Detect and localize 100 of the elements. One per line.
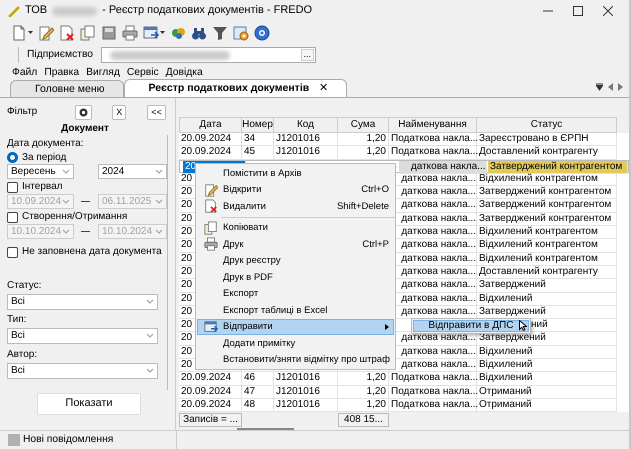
chevron-down-icon[interactable] bbox=[155, 199, 163, 204]
table-cell: 20.09.2024 bbox=[179, 372, 242, 386]
table-cell: Відхилений bbox=[477, 359, 617, 372]
caret-icon[interactable] bbox=[160, 31, 165, 35]
table-cell: Відхилений bbox=[477, 292, 617, 306]
chevron-down-icon[interactable] bbox=[155, 169, 163, 174]
window-title: - Реєстр податкових документів - FREDO bbox=[102, 4, 312, 18]
table-cell: Відхилений bbox=[477, 372, 617, 386]
chevron-down-icon[interactable] bbox=[146, 333, 154, 338]
menu-item[interactable]: Відправити в ДПС bbox=[413, 320, 529, 332]
menu-item[interactable]: Файл bbox=[12, 66, 38, 80]
table-cell: 20.09.2024 bbox=[179, 398, 242, 412]
table-cell: Податкова накла... bbox=[389, 133, 477, 146]
sum-total: 408 15... bbox=[338, 413, 389, 428]
scrollbar-thumb[interactable] bbox=[237, 428, 294, 430]
table-cell: J1201016 bbox=[274, 398, 338, 412]
dropdown[interactable]: Всі bbox=[7, 362, 158, 378]
new-document-icon[interactable] bbox=[11, 25, 27, 41]
checkbox[interactable] bbox=[7, 246, 18, 258]
menu-item[interactable]: Сервіс bbox=[126, 66, 159, 80]
caret-icon[interactable] bbox=[28, 31, 33, 35]
table-cell: Податкова накла... bbox=[389, 386, 477, 399]
show-button[interactable]: Показати bbox=[37, 393, 141, 415]
table-cell: Отриманий bbox=[477, 386, 617, 399]
chevron-down-icon[interactable] bbox=[155, 229, 163, 234]
table-cell: Затверджений контрагентом bbox=[477, 212, 617, 226]
field-label: Підприємство bbox=[27, 48, 94, 62]
tab[interactable]: Реєстр податкових документів ✕ bbox=[124, 79, 348, 97]
table-cell: Податкова накла... bbox=[389, 398, 477, 412]
section-title: Документ bbox=[60, 123, 110, 136]
table-cell: J1201016 bbox=[274, 386, 338, 399]
table-cell: Відхилений bbox=[477, 346, 617, 360]
table-cell: Відхилений контрагентом bbox=[477, 172, 617, 186]
menu-item[interactable]: Вигляд bbox=[86, 66, 120, 80]
printer-icon bbox=[204, 237, 218, 252]
table-cell: Відхилений контрагентом bbox=[477, 252, 617, 266]
close-tab-button[interactable]: ✕ bbox=[319, 82, 328, 96]
table-cell: Затверджений контрагентом bbox=[477, 186, 617, 200]
table-cell: Затверджений bbox=[477, 279, 617, 293]
table-cell: 1,20 bbox=[338, 386, 389, 399]
redacted-text bbox=[52, 6, 98, 16]
table-cell: Отриманий bbox=[477, 398, 617, 412]
chevron-down-icon[interactable] bbox=[62, 199, 70, 204]
table-cell: Затверджений контрагентом bbox=[477, 199, 617, 213]
panel-title: Фільтр bbox=[7, 106, 38, 118]
dropdown[interactable]: Всі bbox=[7, 328, 158, 344]
menu-item[interactable]: Правка bbox=[44, 66, 80, 80]
record-count: Записів = ... bbox=[179, 413, 242, 428]
browse-button[interactable]: ... bbox=[300, 49, 314, 61]
edit-icon bbox=[204, 182, 218, 197]
close-icon[interactable] bbox=[603, 6, 613, 16]
column-header[interactable]: Номер bbox=[242, 117, 274, 133]
checkbox[interactable] bbox=[7, 212, 18, 222]
table-cell: 46 bbox=[242, 372, 274, 386]
collapse-button[interactable]: << bbox=[147, 104, 166, 120]
table-cell: Зареєстровано в ЄРПН bbox=[477, 133, 617, 146]
range-dash bbox=[81, 201, 90, 202]
column-header[interactable]: Статус bbox=[477, 117, 617, 133]
chevron-down-icon[interactable] bbox=[62, 169, 70, 174]
column-header[interactable]: Найменування bbox=[389, 117, 477, 133]
dropdown[interactable]: 2024 bbox=[98, 164, 167, 179]
menu-item[interactable]: Довідка bbox=[166, 66, 203, 80]
shortcut-text: Ctrl+O bbox=[361, 184, 389, 196]
status-text: Нові повідомлення bbox=[23, 434, 114, 446]
table-cell: 34 bbox=[242, 133, 274, 146]
chevron-down-icon[interactable] bbox=[146, 368, 154, 373]
table-cell: 1,20 bbox=[338, 372, 389, 386]
settings-button[interactable] bbox=[75, 104, 92, 120]
close-filter-button[interactable]: X bbox=[112, 104, 126, 120]
radio-label: За період bbox=[22, 152, 66, 164]
field-label: Статус: bbox=[7, 279, 42, 293]
shortcut-text: Ctrl+P bbox=[362, 238, 389, 250]
checkbox[interactable] bbox=[7, 182, 18, 192]
column-header[interactable]: Код bbox=[274, 117, 338, 133]
chevron-down-icon[interactable] bbox=[146, 299, 154, 304]
scroll-left-icon[interactable] bbox=[608, 83, 613, 91]
pen-icon bbox=[8, 5, 20, 17]
column-header[interactable]: Сума bbox=[338, 117, 389, 133]
checkbox-label: Інтервал bbox=[22, 181, 62, 193]
tab-list-icon[interactable] bbox=[596, 83, 603, 91]
tab[interactable]: Головне меню bbox=[10, 80, 124, 97]
table-cell: 20.09.2024 bbox=[179, 386, 242, 399]
column-header[interactable]: Дата bbox=[179, 117, 242, 133]
checkbox-label: Не заповнена дата документа bbox=[22, 246, 162, 258]
checkbox-label: Створення/Отримання bbox=[22, 211, 128, 223]
dropdown[interactable]: Всі bbox=[7, 294, 158, 310]
menu-item[interactable]: Відправити bbox=[197, 318, 394, 335]
send-icon[interactable] bbox=[143, 25, 159, 41]
table-cell: Податкова накла... bbox=[389, 372, 477, 386]
maximize-icon[interactable] bbox=[573, 6, 583, 16]
submenu-arrow-icon bbox=[385, 324, 389, 330]
window-title: ТОВ bbox=[25, 4, 48, 18]
scroll-right-icon[interactable] bbox=[618, 83, 623, 91]
table-cell: 47 bbox=[242, 386, 274, 399]
table-cell: 1,20 bbox=[338, 398, 389, 412]
table-cell: даткова накла... bbox=[398, 160, 487, 174]
chevron-down-icon[interactable] bbox=[62, 229, 70, 234]
dropdown[interactable]: Вересень bbox=[7, 164, 74, 179]
enterprise-field[interactable]: ... bbox=[101, 47, 316, 63]
radio-button[interactable] bbox=[7, 152, 18, 163]
